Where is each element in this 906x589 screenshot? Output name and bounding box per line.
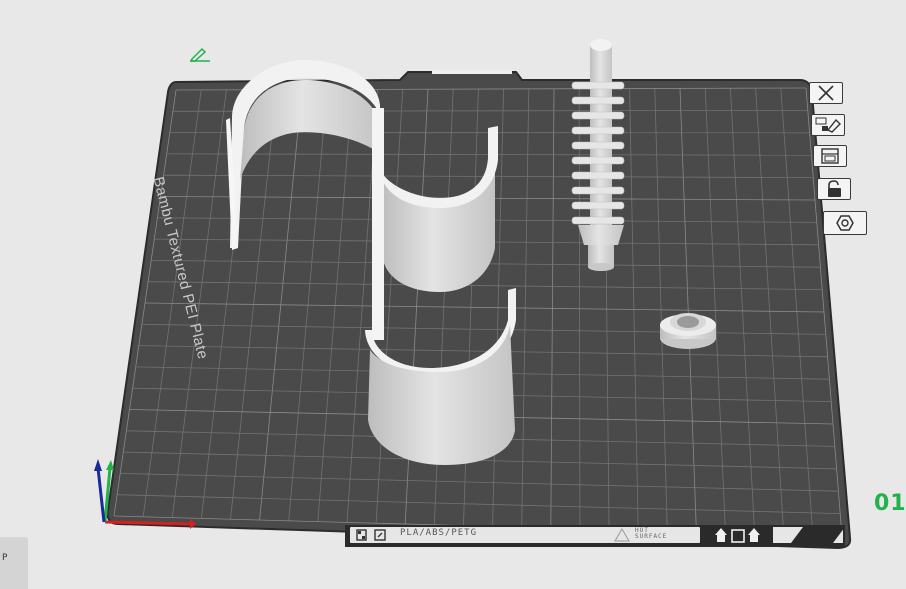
arrange-icon xyxy=(821,148,839,164)
compatible-materials-text: PLA/ABS/PETG xyxy=(400,528,478,538)
spine-tooth xyxy=(571,111,625,120)
lock-plate-button[interactable] xyxy=(817,178,851,200)
edit-plate-name-icon[interactable] xyxy=(188,46,212,62)
spine-tooth xyxy=(571,126,625,135)
spine-tooth xyxy=(571,141,625,150)
spine-tooth xyxy=(571,81,625,90)
plate-handle xyxy=(432,70,512,74)
arrange-button[interactable] xyxy=(813,145,847,167)
spine-tooth xyxy=(571,96,625,105)
hot-surface-warning: HOT SURFACE xyxy=(635,527,668,540)
close-icon xyxy=(818,85,834,101)
build-plate-viewport[interactable] xyxy=(0,0,906,589)
spine-tooth xyxy=(571,171,625,180)
spine-tooth xyxy=(571,216,625,225)
warning-icon xyxy=(614,528,630,542)
settings-hex-icon xyxy=(836,215,854,231)
spine-tooth xyxy=(571,201,625,210)
lock-icon xyxy=(828,180,841,197)
plate-number[interactable]: 01 xyxy=(874,491,906,516)
plate-stripe-graphic xyxy=(791,527,845,543)
auto-orient-button[interactable] xyxy=(811,114,845,136)
plate-settings-button[interactable] xyxy=(823,211,867,235)
model-ring[interactable] xyxy=(660,313,716,349)
plate-type-icon xyxy=(356,529,386,541)
build-plate xyxy=(106,71,852,550)
auto-orient-icon xyxy=(815,117,841,133)
spine-tooth xyxy=(571,156,625,165)
side-panel-tab[interactable]: P xyxy=(0,537,28,589)
spine-tooth xyxy=(571,186,625,195)
delete-plate-button[interactable] xyxy=(809,82,843,104)
plate-indicator-icons xyxy=(715,528,760,543)
